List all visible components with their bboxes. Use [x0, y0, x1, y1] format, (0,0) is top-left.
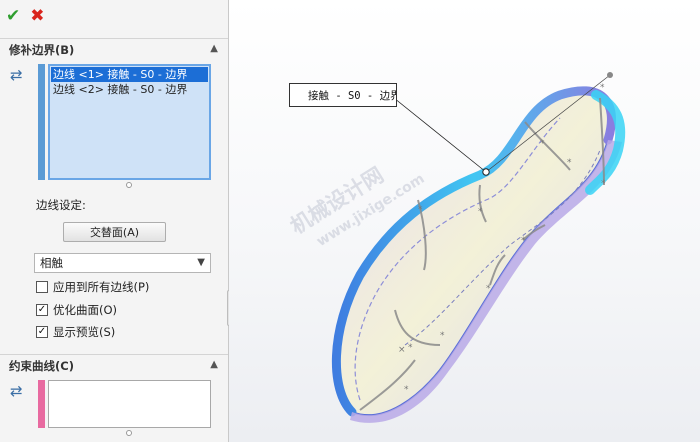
- edge-settings-label: 边线设定:: [36, 198, 86, 212]
- apply-all-edges-option[interactable]: 应用到所有边线(P): [36, 279, 149, 295]
- svg-text:*: *: [408, 343, 413, 353]
- x-icon[interactable]: ✖: [30, 7, 44, 25]
- boundary-edge-list[interactable]: 边线 <1> 接触 - S0 - 边界 边线 <2> 接触 - S0 - 边界: [48, 64, 211, 180]
- collapse-icon[interactable]: ▲: [210, 359, 218, 370]
- patch-boundary-header[interactable]: 修补边界(B) ▲: [0, 38, 228, 60]
- svg-text:*: *: [404, 385, 409, 395]
- show-preview-checkbox[interactable]: ✓: [36, 326, 48, 338]
- svg-text:*: *: [540, 139, 545, 149]
- list-item[interactable]: 边线 <1> 接触 - S0 - 边界: [51, 67, 208, 82]
- svg-text:*: *: [440, 331, 445, 341]
- list-resize-handle[interactable]: [126, 182, 132, 188]
- chevron-down-icon[interactable]: ▼: [197, 257, 205, 268]
- svg-text:*: *: [521, 236, 526, 246]
- list-item[interactable]: 边线 <2> 接触 - S0 - 边界: [51, 82, 208, 97]
- apply-all-edges-label: 应用到所有边线(P): [53, 280, 150, 294]
- constraint-curves-header[interactable]: 约束曲线(C) ▲: [0, 354, 228, 376]
- check-icon[interactable]: ✔: [6, 7, 20, 25]
- collapse-icon[interactable]: ▲: [210, 43, 218, 54]
- optimize-surface-label: 优化曲面(O): [53, 303, 118, 317]
- swap-arrows-icon[interactable]: ⇄: [10, 66, 30, 84]
- boundary-callout[interactable]: 接触 - S0 - 边界: [289, 83, 397, 107]
- svg-text:*: *: [567, 158, 572, 168]
- alternate-face-button[interactable]: 交替面(A): [63, 222, 166, 242]
- show-preview-label: 显示预览(S): [53, 325, 116, 339]
- list-resize-handle[interactable]: [126, 430, 132, 436]
- axis-endpoint: [607, 72, 613, 78]
- svg-text:×: ×: [398, 345, 406, 355]
- pick-point: [482, 168, 490, 176]
- property-manager-panel: ✔ ✖ 修补边界(B) ▲ ⇄ 边线 <1> 接触 - S0 - 边界 边线 <…: [0, 0, 229, 442]
- optimize-surface-checkbox[interactable]: ✓: [36, 304, 48, 316]
- action-bar: ✔ ✖: [6, 5, 45, 27]
- svg-text:*: *: [600, 83, 605, 93]
- optimize-surface-option[interactable]: ✓ 优化曲面(O): [36, 302, 117, 318]
- constraint-color-bar: [38, 380, 45, 428]
- constraint-curves-title: 约束曲线(C): [9, 358, 74, 373]
- apply-all-edges-checkbox[interactable]: [36, 281, 48, 293]
- svg-text:*: *: [478, 207, 483, 217]
- selection-color-bar: [38, 64, 45, 180]
- svg-text:*: *: [486, 284, 491, 294]
- show-preview-option[interactable]: ✓ 显示预览(S): [36, 324, 115, 340]
- contact-type-select[interactable]: 相触 ▼: [34, 253, 211, 273]
- svg-text:*: *: [418, 205, 423, 215]
- svg-text:*: *: [601, 179, 606, 189]
- constraint-curve-list[interactable]: [48, 380, 211, 428]
- patch-boundary-title: 修补边界(B): [9, 42, 75, 57]
- contact-type-value: 相触: [40, 256, 63, 270]
- graphics-viewport[interactable]: × * * * * * * * * * * * 接触 - S0 - 边界 机械设…: [229, 0, 700, 442]
- swap-arrows-icon[interactable]: ⇄: [10, 382, 30, 400]
